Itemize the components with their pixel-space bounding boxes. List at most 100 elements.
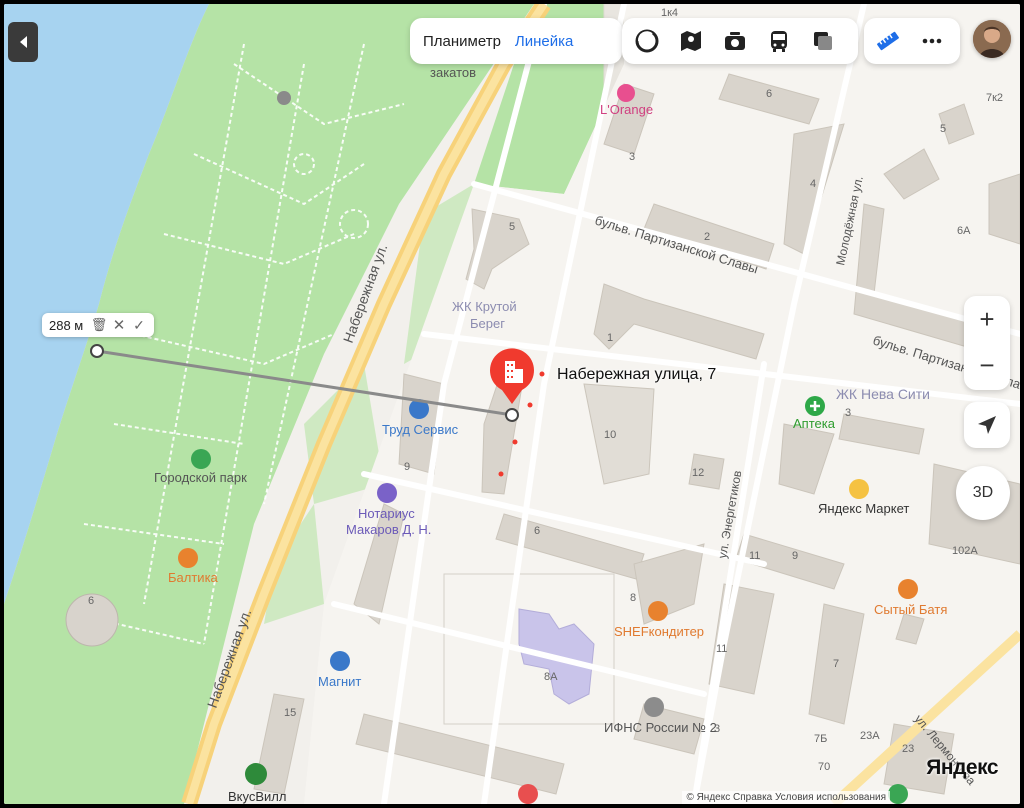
house-number: 5 (940, 123, 946, 135)
tools-toolbar (864, 18, 960, 64)
label-gorodskoy-park: Городской парк (154, 470, 247, 485)
ruler-icon (877, 31, 899, 51)
market-icon[interactable] (849, 479, 869, 499)
house-number: 5 (509, 221, 515, 233)
house-number: 4 (810, 178, 816, 190)
house-number: 7к2 (986, 92, 1003, 104)
label-sytyy-batya: Сытый Батя (874, 602, 947, 617)
chevron-left-icon (19, 36, 27, 48)
house-number: 6 (88, 595, 94, 607)
house-number: 70 (818, 761, 830, 773)
ruler-end-point[interactable] (505, 408, 519, 422)
house-number: 7 (833, 658, 839, 670)
cafe-icon[interactable] (617, 84, 635, 102)
house-number: 6А (957, 225, 971, 237)
view-3d-button[interactable]: 3D (956, 466, 1010, 520)
house-number: 9 (792, 550, 798, 562)
park-icon[interactable] (191, 449, 211, 469)
house-number: 9 (404, 461, 410, 473)
store-icon-bottom[interactable] (518, 784, 538, 804)
map-atlas-button[interactable] (669, 19, 713, 63)
photos-button[interactable] (713, 19, 757, 63)
panorama-icon (635, 29, 659, 53)
collapse-panel-button[interactable] (8, 22, 38, 62)
house-number: 6 (534, 525, 540, 537)
label-notarius-2: Макаров Д. Н. (346, 522, 431, 537)
ruler-distance-box: 288 м 🗑 ✕ ✓ (42, 313, 154, 337)
yandex-logo[interactable]: Яндекс (926, 756, 998, 780)
label-shef: SHEFкондитер (614, 624, 704, 639)
transit-button[interactable] (757, 19, 801, 63)
measure-tabs: Планиметр Линейка (410, 18, 622, 64)
house-number: 1 (607, 332, 613, 344)
my-location-button[interactable] (964, 402, 1010, 448)
label-yandex-market: Яндекс Маркет (818, 501, 909, 516)
zoom-in-button[interactable]: + (964, 296, 1010, 342)
avatar[interactable] (973, 20, 1011, 58)
location-arrow-icon (978, 416, 996, 434)
cafe-icon-shef[interactable] (648, 601, 668, 621)
layers-button[interactable] (801, 19, 845, 63)
label-vkusvill: ВкусВилл (228, 789, 286, 804)
map-canvas[interactable]: Набережная ул. Набережная ул. бульв. Пар… (4, 4, 1020, 804)
ruler-distance: 288 м (49, 317, 84, 333)
map-atlas-icon (681, 31, 701, 51)
house-number: 15 (284, 707, 296, 719)
cafe-icon-sytyy[interactable] (898, 579, 918, 599)
bus-icon (771, 31, 787, 52)
house-number: 2 (704, 231, 710, 243)
house-number: 7Б (814, 733, 827, 745)
house-number: 8А (544, 671, 558, 683)
layers-icon (814, 32, 832, 50)
government-icon[interactable] (644, 697, 664, 717)
label-baltika: Балтика (168, 570, 219, 585)
house-number: 3 (629, 151, 635, 163)
label-apteka: Аптека (793, 416, 836, 431)
label-notarius-1: Нотариус (358, 506, 415, 521)
label-zhk-krutoy-2: Берег (470, 316, 505, 331)
ruler-tool-button[interactable] (866, 19, 910, 63)
selected-address-label: Набережная улица, 7 (557, 366, 717, 383)
more-button[interactable] (910, 19, 954, 63)
label-zakatov: закатов (430, 65, 476, 80)
tab-ruler[interactable]: Линейка (508, 33, 580, 50)
vkusvill-icon[interactable] (245, 763, 267, 785)
binoculars-icon[interactable] (277, 91, 291, 105)
check-icon[interactable]: ✓ (129, 317, 149, 334)
house-number: 12 (692, 467, 704, 479)
house-number: 102А (952, 545, 978, 557)
label-magnit: Магнит (318, 674, 361, 689)
label-lorange: L'Orange (600, 102, 653, 117)
house-number: 3 (845, 407, 851, 419)
zoom-controls: + − (964, 296, 1010, 390)
house-number: 3 (714, 723, 720, 735)
zoom-out-button[interactable]: − (964, 342, 1010, 388)
house-number: 6 (766, 88, 772, 100)
ruler-start-point[interactable] (90, 344, 104, 358)
grocery-icon[interactable] (330, 651, 350, 671)
tab-planimeter[interactable]: Планиметр (416, 33, 508, 50)
label-zhk-neva: ЖК Нева Сити (836, 386, 930, 402)
house-number: 11 (716, 643, 727, 655)
cafe-icon-baltika[interactable] (178, 548, 198, 568)
close-icon[interactable]: ✕ (109, 316, 129, 334)
house-number: 23 (902, 743, 914, 755)
house-number: 10 (604, 429, 616, 441)
layers-toolbar (622, 18, 858, 64)
label-trud-servis: Труд Сервис (382, 422, 459, 437)
more-icon (922, 38, 942, 44)
store-icon-bottom-right[interactable] (888, 784, 908, 804)
yandex-logo-text: Яндекс (926, 756, 998, 779)
house-number: 8 (630, 592, 636, 604)
notary-icon[interactable] (377, 483, 397, 503)
panorama-button[interactable] (625, 19, 669, 63)
copyright-links[interactable]: © Яндекс Справка Условия использования (682, 791, 890, 804)
label-ifns: ИФНС России № 2 (604, 720, 717, 735)
house-number: 23А (860, 730, 880, 742)
trash-icon[interactable]: 🗑 (89, 317, 109, 333)
camera-icon (725, 32, 745, 50)
user-photo-icon (973, 20, 1011, 58)
house-number: 11 (749, 550, 760, 562)
map-frame: Набережная ул. Набережная ул. бульв. Пар… (4, 4, 1020, 804)
label-zhk-krutoy-1: ЖК Крутой (452, 299, 517, 314)
